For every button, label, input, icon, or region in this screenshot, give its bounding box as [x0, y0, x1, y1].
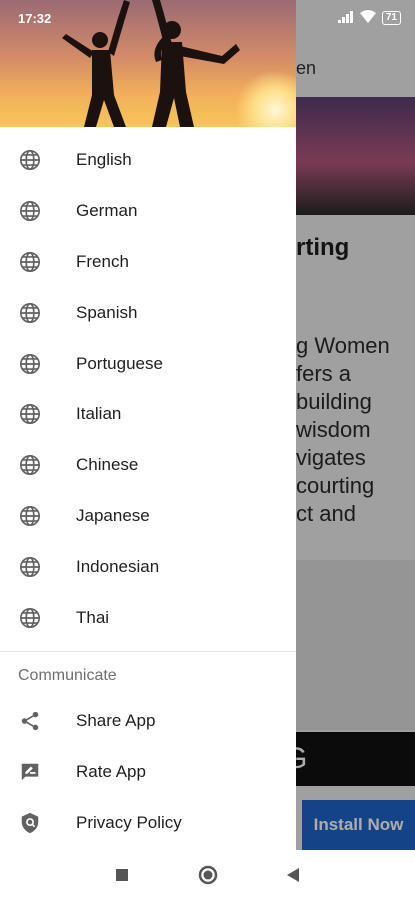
communicate-section-title: Communicate — [18, 666, 117, 684]
menu-item-italian[interactable]: Italian — [0, 389, 296, 440]
menu-item-label: Italian — [76, 404, 122, 424]
menu-item-rate-app[interactable]: Rate App — [0, 747, 296, 798]
menu-item-portuguese[interactable]: Portuguese — [0, 338, 296, 389]
globe-icon — [18, 606, 42, 630]
globe-icon — [18, 504, 42, 528]
status-time: 17:32 — [18, 11, 52, 26]
menu-item-french[interactable]: French — [0, 237, 296, 288]
menu-item-label: Rate App — [76, 762, 146, 782]
menu-item-label: Japanese — [76, 505, 150, 525]
globe-icon — [18, 402, 42, 426]
globe-icon — [18, 453, 42, 477]
system-navigation-bar — [0, 850, 415, 900]
menu-item-label: Share App — [76, 711, 156, 731]
status-icons: 71 — [337, 10, 401, 26]
globe-icon — [18, 199, 42, 223]
signal-icon — [337, 10, 354, 26]
menu-item-label: Indonesian — [76, 556, 160, 576]
menu-item-label: Chinese — [76, 455, 139, 475]
globe-icon — [18, 301, 42, 325]
menu-item-label: English — [76, 150, 132, 170]
status-bar: 17:32 71 — [0, 0, 415, 36]
recents-square-icon[interactable] — [102, 850, 142, 900]
globe-icon — [18, 148, 42, 172]
menu-item-german[interactable]: German — [0, 186, 296, 237]
globe-icon — [18, 352, 42, 376]
menu-item-label: Privacy Policy — [76, 812, 182, 832]
wifi-icon — [359, 10, 376, 26]
menu-item-thai[interactable]: Thai — [0, 592, 296, 643]
menu-item-label: Spanish — [76, 302, 138, 322]
menu-item-indonesian[interactable]: Indonesian — [0, 541, 296, 592]
globe-icon — [18, 555, 42, 579]
share-icon — [18, 709, 42, 733]
menu-item-label: German — [76, 201, 138, 221]
menu-item-privacy-policy[interactable]: Privacy Policy — [0, 798, 296, 849]
menu-item-english[interactable]: English — [0, 135, 296, 186]
menu-item-chinese[interactable]: Chinese — [0, 440, 296, 491]
language-list: English German French Spanish Portuguese — [0, 127, 296, 643]
menu-item-share-app[interactable]: Share App — [0, 696, 296, 747]
navigation-drawer: English German French Spanish Portuguese — [0, 0, 296, 850]
menu-item-spanish[interactable]: Spanish — [0, 287, 296, 338]
battery-icon: 71 — [381, 11, 401, 25]
menu-item-japanese[interactable]: Japanese — [0, 491, 296, 542]
rate-review-icon — [18, 760, 42, 784]
menu-item-label: French — [76, 251, 129, 271]
menu-item-label: Thai — [76, 607, 110, 627]
home-circle-icon[interactable] — [188, 850, 228, 900]
back-triangle-icon[interactable] — [273, 850, 313, 900]
globe-icon — [18, 250, 42, 274]
shield-icon — [18, 811, 42, 835]
communicate-list: Share App Rate App Privacy Policy — [0, 696, 296, 848]
menu-item-label: Portuguese — [76, 353, 163, 373]
